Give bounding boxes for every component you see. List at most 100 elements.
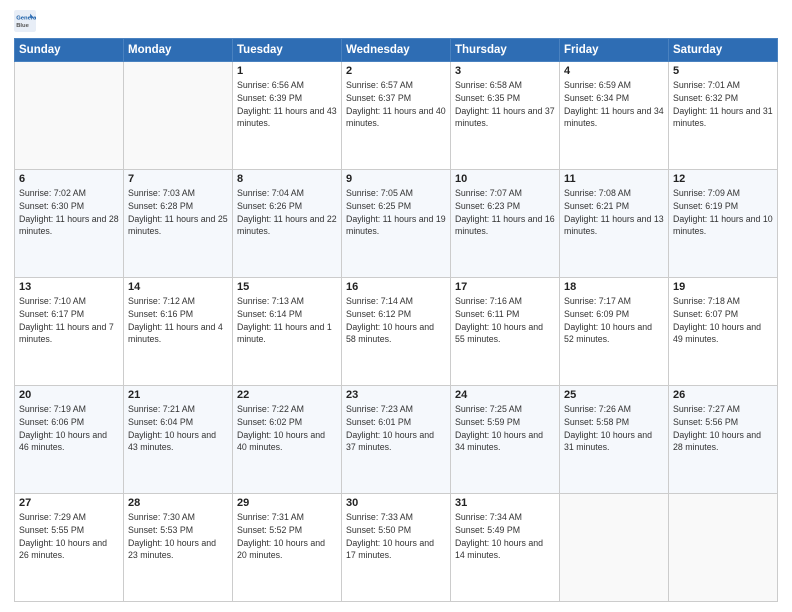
calendar-cell: 31Sunrise: 7:34 AMSunset: 5:49 PMDayligh… [451,494,560,602]
calendar-cell: 5Sunrise: 7:01 AMSunset: 6:32 PMDaylight… [669,62,778,170]
logo: General Blue [14,10,40,32]
day-info: Sunrise: 7:22 AMSunset: 6:02 PMDaylight:… [237,403,337,454]
calendar-cell: 22Sunrise: 7:22 AMSunset: 6:02 PMDayligh… [233,386,342,494]
calendar-cell: 3 Sunrise: 6:58 AMSunset: 6:35 PMDaylight… [451,62,560,170]
day-info: Sunrise: 7:17 AMSunset: 6:09 PMDaylight:… [564,295,664,346]
day-info: Sunrise: 7:23 AMSunset: 6:01 PMDaylight:… [346,403,446,454]
svg-text:Blue: Blue [16,23,29,29]
calendar-cell: 24 Sunrise: 7:25 AMSunset: 5:59 PMDayligh… [451,386,560,494]
day-number: 20 [19,389,119,401]
day-number: 12 [673,173,773,185]
day-info: Sunrise: 7:12 AMSunset: 6:16 PMDaylight:… [128,295,228,346]
calendar-cell: 26Sunrise: 7:27 AMSunset: 5:56 PMDayligh… [669,386,778,494]
calendar-cell: 2Sunrise: 6:57 AMSunset: 6:37 PMDaylight… [342,62,451,170]
calendar-cell: 25Sunrise: 7:26 AMSunset: 5:58 PMDayligh… [560,386,669,494]
calendar-cell: 27 Sunrise: 7:29 AMSunset: 5:55 PMDayligh… [15,494,124,602]
day-info: Sunrise: 7:29 AMSunset: 5:55 PMDaylight:… [19,511,119,562]
day-number: 1 [237,65,337,77]
day-info: Sunrise: 7:30 AMSunset: 5:53 PMDaylight:… [128,511,228,562]
weekday-header-monday: Monday [124,39,233,62]
calendar-cell: 14 Sunrise: 7:12 AMSunset: 6:16 PMDayligh… [124,278,233,386]
day-number: 26 [673,389,773,401]
day-number: 11 [564,173,664,185]
calendar-cell: 7 Sunrise: 7:03 AMSunset: 6:28 PMDaylight… [124,170,233,278]
calendar-week-3: 13Sunrise: 7:10 AMSunset: 6:17 PMDayligh… [15,278,778,386]
calendar-week-4: 20 Sunrise: 7:19 AMSunset: 6:06 PMDayligh… [15,386,778,494]
day-info: Sunrise: 7:05 AMSunset: 6:25 PMDaylight:… [346,187,446,238]
calendar-cell [124,62,233,170]
calendar-cell: 18 Sunrise: 7:17 AMSunset: 6:09 PMDayligh… [560,278,669,386]
calendar-cell: 23 Sunrise: 7:23 AMSunset: 6:01 PMDayligh… [342,386,451,494]
day-info: Sunrise: 7:19 AMSunset: 6:06 PMDaylight:… [19,403,119,454]
calendar-cell: 4 Sunrise: 6:59 AMSunset: 6:34 PMDaylight… [560,62,669,170]
calendar-cell: 19 Sunrise: 7:18 AMSunset: 6:07 PMDayligh… [669,278,778,386]
day-info: Sunrise: 7:18 AMSunset: 6:07 PMDaylight:… [673,295,773,346]
calendar-cell [669,494,778,602]
calendar-cell: 6Sunrise: 7:02 AMSunset: 6:30 PMDaylight… [15,170,124,278]
calendar-cell [15,62,124,170]
calendar-cell: 10Sunrise: 7:07 AMSunset: 6:23 PMDayligh… [451,170,560,278]
weekday-header-sunday: Sunday [15,39,124,62]
day-number: 23 [346,389,446,401]
calendar-cell: 15 Sunrise: 7:13 AMSunset: 6:14 PMDayligh… [233,278,342,386]
day-number: 13 [19,281,119,293]
day-info: Sunrise: 7:04 AMSunset: 6:26 PMDaylight:… [237,187,337,238]
day-info: Sunrise: 7:31 AMSunset: 5:52 PMDaylight:… [237,511,337,562]
day-number: 16 [346,281,446,293]
day-number: 28 [128,497,228,509]
calendar-cell: 21 Sunrise: 7:21 AMSunset: 6:04 PMDayligh… [124,386,233,494]
day-info: Sunrise: 7:13 AMSunset: 6:14 PMDaylight:… [237,295,337,346]
weekday-header-saturday: Saturday [669,39,778,62]
day-number: 2 [346,65,446,77]
day-info: Sunrise: 7:14 AMSunset: 6:12 PMDaylight:… [346,295,446,346]
day-info: Sunrise: 6:58 AMSunset: 6:35 PMDaylight:… [455,79,555,130]
weekday-header-tuesday: Tuesday [233,39,342,62]
day-info: Sunrise: 7:25 AMSunset: 5:59 PMDaylight:… [455,403,555,454]
day-number: 19 [673,281,773,293]
day-info: Sunrise: 7:33 AMSunset: 5:50 PMDaylight:… [346,511,446,562]
calendar-week-2: 6Sunrise: 7:02 AMSunset: 6:30 PMDaylight… [15,170,778,278]
day-number: 14 [128,281,228,293]
day-number: 27 [19,497,119,509]
weekday-header-row: SundayMondayTuesdayWednesdayThursdayFrid… [15,39,778,62]
calendar-cell: 9 Sunrise: 7:05 AMSunset: 6:25 PMDaylight… [342,170,451,278]
calendar-week-1: 1Sunrise: 6:56 AMSunset: 6:39 PMDaylight… [15,62,778,170]
weekday-header-wednesday: Wednesday [342,39,451,62]
day-info: Sunrise: 7:16 AMSunset: 6:11 PMDaylight:… [455,295,555,346]
day-number: 24 [455,389,555,401]
calendar-cell: 20 Sunrise: 7:19 AMSunset: 6:06 PMDayligh… [15,386,124,494]
day-number: 6 [19,173,119,185]
day-number: 21 [128,389,228,401]
calendar: SundayMondayTuesdayWednesdayThursdayFrid… [14,38,778,602]
day-number: 30 [346,497,446,509]
page: General Blue SundayMondayTuesdayWednesda… [0,0,792,612]
weekday-header-friday: Friday [560,39,669,62]
calendar-cell: 8 Sunrise: 7:04 AMSunset: 6:26 PMDaylight… [233,170,342,278]
day-info: Sunrise: 7:09 AMSunset: 6:19 PMDaylight:… [673,187,773,238]
day-number: 4 [564,65,664,77]
day-info: Sunrise: 7:26 AMSunset: 5:58 PMDaylight:… [564,403,664,454]
day-info: Sunrise: 7:21 AMSunset: 6:04 PMDaylight:… [128,403,228,454]
day-number: 9 [346,173,446,185]
day-number: 8 [237,173,337,185]
day-info: Sunrise: 7:03 AMSunset: 6:28 PMDaylight:… [128,187,228,238]
calendar-cell: 30 Sunrise: 7:33 AMSunset: 5:50 PMDayligh… [342,494,451,602]
day-number: 7 [128,173,228,185]
calendar-cell: 16 Sunrise: 7:14 AMSunset: 6:12 PMDayligh… [342,278,451,386]
day-info: Sunrise: 7:34 AMSunset: 5:49 PMDaylight:… [455,511,555,562]
day-number: 18 [564,281,664,293]
header: General Blue [14,10,778,32]
calendar-cell: 12 Sunrise: 7:09 AMSunset: 6:19 PMDayligh… [669,170,778,278]
day-info: Sunrise: 6:59 AMSunset: 6:34 PMDaylight:… [564,79,664,130]
day-number: 15 [237,281,337,293]
calendar-cell: 11Sunrise: 7:08 AMSunset: 6:21 PMDayligh… [560,170,669,278]
logo-icon: General Blue [14,10,36,32]
calendar-cell: 1Sunrise: 6:56 AMSunset: 6:39 PMDaylight… [233,62,342,170]
day-number: 3 [455,65,555,77]
day-info: Sunrise: 7:01 AMSunset: 6:32 PMDaylight:… [673,79,773,130]
calendar-cell [560,494,669,602]
calendar-cell: 29Sunrise: 7:31 AMSunset: 5:52 PMDayligh… [233,494,342,602]
calendar-cell: 13Sunrise: 7:10 AMSunset: 6:17 PMDayligh… [15,278,124,386]
day-number: 17 [455,281,555,293]
day-info: Sunrise: 7:07 AMSunset: 6:23 PMDaylight:… [455,187,555,238]
